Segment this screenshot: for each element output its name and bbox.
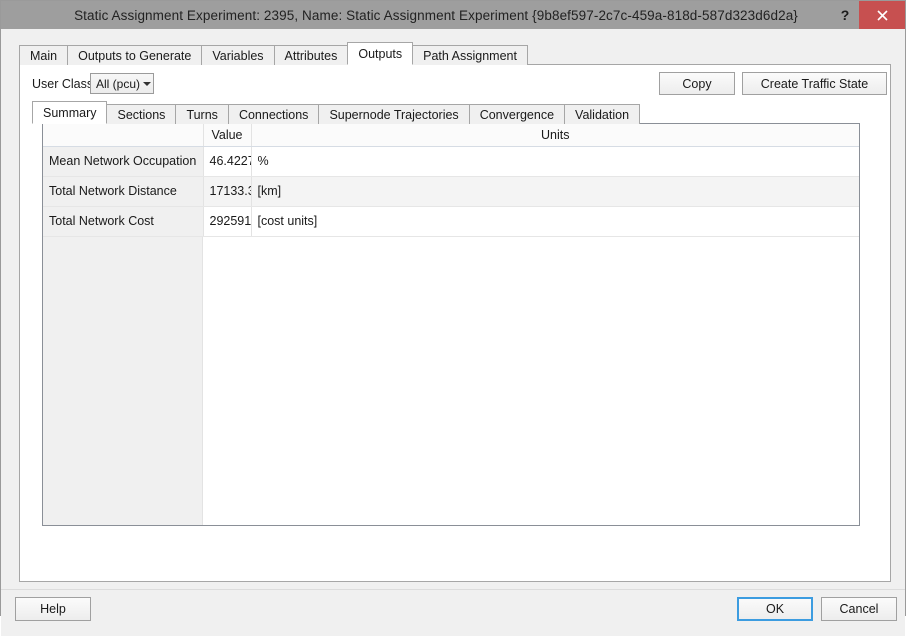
tab-validation[interactable]: Validation (564, 104, 640, 124)
close-icon[interactable] (859, 1, 905, 29)
column-header-name[interactable] (43, 124, 203, 146)
tab-sections[interactable]: Sections (106, 104, 176, 124)
window-title: Static Assignment Experiment: 2395, Name… (1, 8, 831, 23)
user-class-label: User Class: (32, 77, 97, 91)
table-row[interactable]: Total Network Distance 17133.3 [km] (43, 176, 859, 206)
table-name-column-filler (43, 237, 203, 525)
tab-path-assignment[interactable]: Path Assignment (412, 45, 528, 65)
column-header-units[interactable]: Units (251, 124, 859, 146)
table-row[interactable]: Mean Network Occupation 46.4227 % (43, 146, 859, 176)
row-value: 46.4227 (203, 146, 251, 176)
table-header-row: Value Units (43, 124, 859, 146)
user-class-select[interactable]: All (pcu) (90, 73, 154, 94)
copy-button[interactable]: Copy (659, 72, 735, 95)
row-units: % (251, 146, 859, 176)
create-traffic-state-button[interactable]: Create Traffic State (742, 72, 887, 95)
summary-table-container: Value Units Mean Network Occupation 46.4… (42, 123, 860, 526)
row-name: Total Network Distance (43, 176, 203, 206)
column-header-value[interactable]: Value (203, 124, 251, 146)
row-name: Total Network Cost (43, 206, 203, 236)
toolbar: User Class: All (pcu) Copy Create Traffi… (20, 71, 890, 97)
inner-tab-strip: Summary Sections Turns Connections Super… (32, 102, 880, 124)
cancel-button[interactable]: Cancel (821, 597, 897, 621)
row-value: 292591 (203, 206, 251, 236)
table-body: Mean Network Occupation 46.4227 % Total … (43, 146, 859, 236)
tab-supernode-trajectories[interactable]: Supernode Trajectories (318, 104, 469, 124)
tab-attributes[interactable]: Attributes (274, 45, 349, 65)
chevron-down-icon (140, 82, 153, 86)
dialog-footer: Help OK Cancel (1, 589, 905, 636)
tab-summary[interactable]: Summary (32, 101, 107, 124)
summary-table: Value Units Mean Network Occupation 46.4… (43, 124, 859, 237)
outer-tab-strip: Main Outputs to Generate Variables Attri… (19, 43, 891, 65)
tab-variables[interactable]: Variables (201, 45, 274, 65)
ok-button[interactable]: OK (737, 597, 813, 621)
tab-outputs-to-generate[interactable]: Outputs to Generate (67, 45, 202, 65)
client-area: Main Outputs to Generate Variables Attri… (1, 29, 905, 589)
outputs-panel: User Class: All (pcu) Copy Create Traffi… (19, 64, 891, 582)
tab-outputs[interactable]: Outputs (347, 42, 413, 65)
table-header: Value Units (43, 124, 859, 146)
tab-turns[interactable]: Turns (175, 104, 229, 124)
tab-connections[interactable]: Connections (228, 104, 320, 124)
user-class-value: All (pcu) (91, 77, 140, 91)
tab-main[interactable]: Main (19, 45, 68, 65)
help-icon[interactable]: ? (831, 1, 859, 29)
tab-convergence[interactable]: Convergence (469, 104, 565, 124)
title-bar: Static Assignment Experiment: 2395, Name… (1, 1, 905, 29)
row-value: 17133.3 (203, 176, 251, 206)
help-button[interactable]: Help (15, 597, 91, 621)
table-row[interactable]: Total Network Cost 292591 [cost units] (43, 206, 859, 236)
row-units: [km] (251, 176, 859, 206)
row-name: Mean Network Occupation (43, 146, 203, 176)
dialog-window: Static Assignment Experiment: 2395, Name… (0, 0, 906, 616)
row-units: [cost units] (251, 206, 859, 236)
title-bar-buttons: ? (831, 1, 905, 29)
